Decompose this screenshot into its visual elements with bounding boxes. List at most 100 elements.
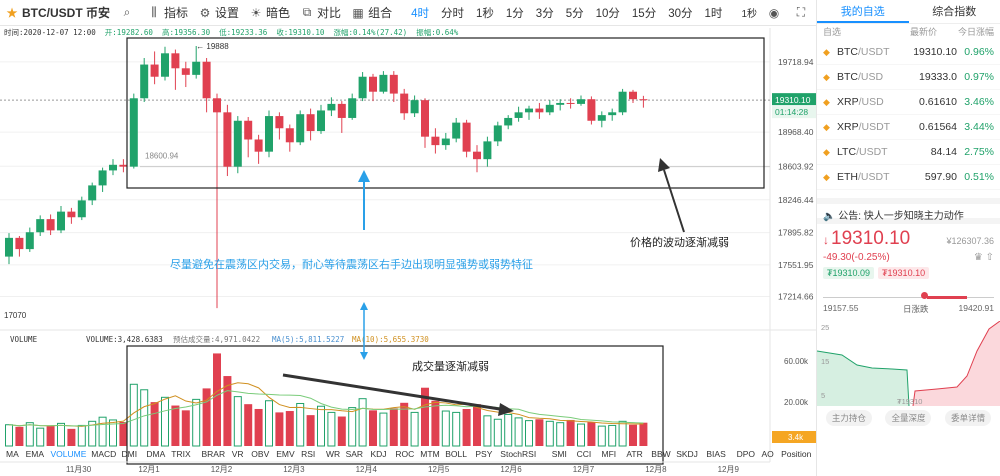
star-icon[interactable]: ◆ bbox=[823, 97, 837, 108]
candle-body bbox=[161, 53, 169, 77]
last-price-label: 19310.10 bbox=[775, 95, 811, 105]
candle-body bbox=[483, 141, 492, 160]
candle-body bbox=[545, 104, 554, 113]
volume-bar bbox=[597, 425, 606, 447]
watchlist-row[interactable]: ◆ BTC/USD 19333.0 0.97% bbox=[817, 65, 1000, 90]
indicator-tab-kdj[interactable]: KDJ bbox=[371, 449, 387, 459]
indicator-tab-dma[interactable]: DMA bbox=[146, 449, 165, 459]
indicator-tab-volume[interactable]: VOLUME bbox=[51, 449, 87, 459]
candle-body bbox=[556, 102, 565, 105]
indicator-tab-macd[interactable]: MACD bbox=[91, 449, 116, 459]
consolidation-note: 尽量避免在震荡区内交易，耐心等待震荡区右手边出现明显强势或弱势特征 bbox=[170, 257, 533, 271]
order-detail-button[interactable]: 委单详情 bbox=[945, 410, 992, 426]
pair-quote: /USDT bbox=[858, 121, 891, 133]
candle-body bbox=[587, 99, 596, 121]
candle-body bbox=[379, 74, 388, 92]
indicator-tab-position[interactable]: Position bbox=[781, 449, 812, 459]
indicator-tab-trix[interactable]: TRIX bbox=[171, 449, 191, 459]
candle-body bbox=[566, 102, 575, 104]
candle-body bbox=[629, 91, 637, 100]
watchlist-row[interactable]: ◆ LTC/USDT 84.14 2.75% bbox=[817, 140, 1000, 165]
indicator-tab-ma[interactable]: MA bbox=[6, 449, 19, 459]
tab-index[interactable]: 综合指数 bbox=[909, 0, 1000, 23]
watchlist-row[interactable]: ◆ BTC/USDT 19310.10 0.96% bbox=[817, 40, 1000, 65]
indicator-tab-ao[interactable]: AO bbox=[762, 449, 775, 459]
indicator-tab-bbw[interactable]: BBW bbox=[651, 449, 670, 459]
pair-change: 3.44% bbox=[964, 121, 994, 133]
indicator-tab-dmi[interactable]: DMI bbox=[122, 449, 138, 459]
volume-bar bbox=[15, 426, 24, 446]
pair-base: LTC bbox=[837, 146, 857, 158]
watchlist-header: 自选 最新价 今日涨幅 bbox=[817, 24, 1000, 40]
watchlist-row[interactable]: ◆ XRP/USD 0.61610 3.46% bbox=[817, 90, 1000, 115]
main-position-button[interactable]: 主力持仓 bbox=[825, 410, 872, 426]
star-icon[interactable]: ◆ bbox=[823, 172, 837, 183]
volume-bar bbox=[587, 422, 596, 446]
countdown-label: 01:14:28 bbox=[775, 107, 808, 117]
notice-bar[interactable]: 🔈 公告: 快人一步知晓主力动作 bbox=[817, 198, 1000, 224]
indicator-tab-emv[interactable]: EMV bbox=[276, 449, 295, 459]
candle-body bbox=[400, 93, 409, 114]
candle-body bbox=[618, 91, 627, 113]
y-tick-label: 17214.66 bbox=[778, 291, 814, 301]
y-tick-label: 17551.95 bbox=[778, 260, 814, 270]
indicator-tab-dpo[interactable]: DPO bbox=[737, 449, 756, 459]
volatility-arrow-line bbox=[663, 169, 685, 233]
watchlist-row[interactable]: ◆ XRP/USDT 0.61564 3.44% bbox=[817, 115, 1000, 140]
indicator-tab-boll[interactable]: BOLL bbox=[445, 449, 467, 459]
col-change: 今日涨幅 bbox=[957, 27, 994, 37]
pair-name: BTC/USDT bbox=[837, 46, 897, 58]
candlestick-chart[interactable]: 19718.94 18968.40 18603.92 18246.44 17895.82… bbox=[0, 0, 816, 476]
pair-quote: /USD bbox=[858, 71, 884, 83]
candle-body bbox=[129, 98, 138, 167]
indicator-tab-obv[interactable]: OBV bbox=[251, 449, 269, 459]
candle-body bbox=[348, 98, 357, 118]
volume-bar bbox=[379, 412, 388, 447]
candle-body bbox=[36, 219, 45, 233]
indicator-tab-cci[interactable]: CCI bbox=[577, 449, 592, 459]
volume-bar bbox=[337, 416, 346, 446]
candle-body bbox=[25, 232, 34, 250]
trophy-icon[interactable]: ♛ ⇧ bbox=[974, 252, 994, 263]
volume-bar bbox=[545, 420, 554, 447]
volume-bar bbox=[67, 428, 76, 446]
volume-estimate: 预估成交量:4,971.0422 bbox=[173, 334, 260, 344]
watchlist-row[interactable]: ◆ ETH/USDT 597.90 0.51% bbox=[817, 165, 1000, 190]
indicator-tab-atr[interactable]: ATR bbox=[626, 449, 642, 459]
volume-bar bbox=[452, 411, 461, 447]
indicator-tab-vr[interactable]: VR bbox=[232, 449, 244, 459]
x-tick-label: 12月7 bbox=[573, 465, 595, 474]
indicator-tab-skdj[interactable]: SKDJ bbox=[676, 449, 698, 459]
star-icon[interactable]: ◆ bbox=[823, 47, 837, 58]
indicator-tab-brar[interactable]: BRAR bbox=[202, 449, 226, 459]
volume-bar bbox=[46, 426, 55, 446]
indicator-tab-roc[interactable]: ROC bbox=[395, 449, 414, 459]
indicator-tab-mfi[interactable]: MFI bbox=[602, 449, 617, 459]
volume-bar bbox=[5, 424, 13, 447]
y-tick-label: 18603.92 bbox=[778, 161, 814, 171]
volume-bar bbox=[213, 353, 221, 446]
indicator-tab-psy[interactable]: PSY bbox=[475, 449, 492, 459]
candle-body bbox=[254, 139, 263, 152]
indicator-tab-wr[interactable]: WR bbox=[326, 449, 340, 459]
volume-bar bbox=[161, 396, 169, 447]
star-icon[interactable]: ◆ bbox=[823, 72, 837, 83]
indicator-tab-bias[interactable]: BIAS bbox=[706, 449, 726, 459]
indicator-tab-sar[interactable]: SAR bbox=[346, 449, 363, 459]
candle-body bbox=[327, 103, 336, 111]
indicator-tab-mtm[interactable]: MTM bbox=[420, 449, 439, 459]
tab-watchlist[interactable]: 我的自选 bbox=[817, 0, 909, 23]
candle-body bbox=[441, 138, 450, 146]
candle-body bbox=[525, 108, 533, 113]
star-icon[interactable]: ◆ bbox=[823, 122, 837, 133]
indicator-tab-smi[interactable]: SMI bbox=[552, 449, 567, 459]
indicator-tab-ema[interactable]: EMA bbox=[26, 449, 45, 459]
consolidation-box bbox=[126, 37, 765, 189]
volume-bar bbox=[285, 411, 294, 446]
volume-bar bbox=[410, 411, 419, 447]
full-depth-button[interactable]: 全量深度 bbox=[885, 410, 932, 426]
indicator-tab-rsi[interactable]: RSI bbox=[301, 449, 315, 459]
indicator-tab-stochrsi[interactable]: StochRSI bbox=[500, 449, 536, 459]
star-icon[interactable]: ◆ bbox=[823, 147, 837, 158]
y-tick-label: 19718.94 bbox=[778, 57, 814, 67]
